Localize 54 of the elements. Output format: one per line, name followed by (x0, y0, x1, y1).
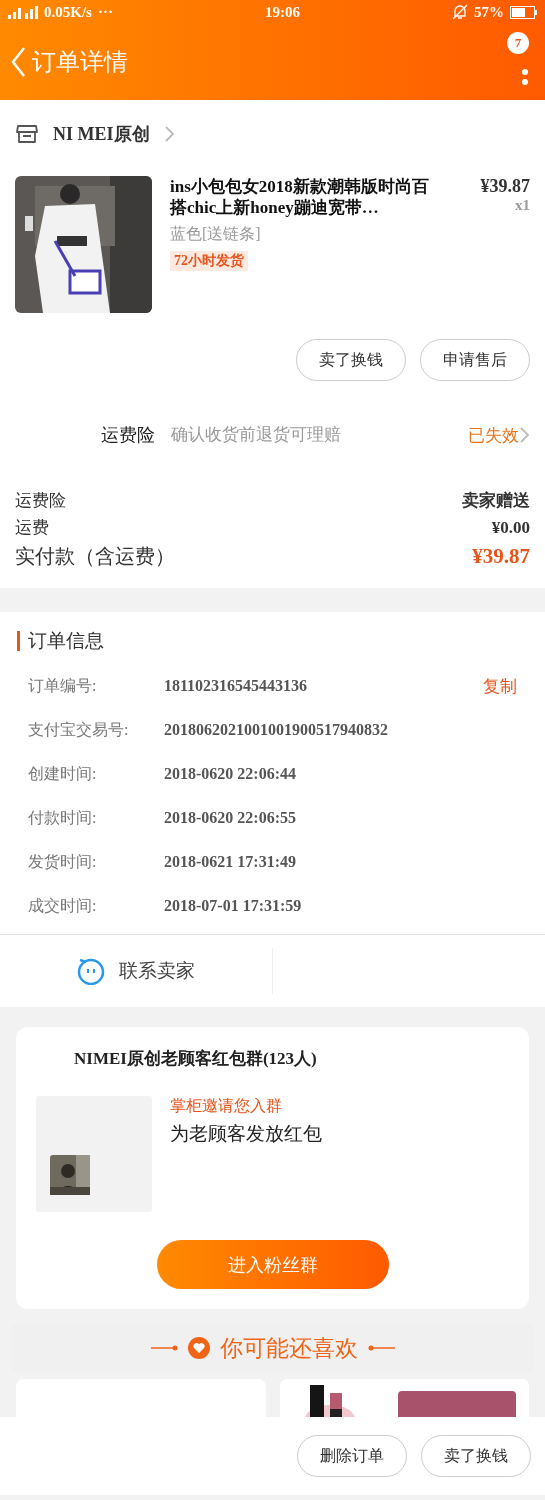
group-name: NIMEI原创老顾客红包群(123人) (74, 1048, 318, 1070)
insurance-label: 运费险 (100, 424, 155, 447)
back-icon[interactable] (10, 46, 26, 78)
section-title: 订单信息 (28, 629, 104, 653)
clock: 19:06 (265, 3, 300, 21)
summary-label: 运费 (15, 517, 49, 539)
copy-link[interactable]: 复制 (483, 674, 517, 698)
more-icon[interactable] (521, 68, 529, 86)
info-value: 2018-0620 22:06:55 (164, 809, 297, 827)
action-button[interactable]: 删除订单 (297, 1435, 407, 1477)
chevron-right-icon (163, 125, 175, 143)
signal-icon (8, 5, 38, 19)
summary-value: ¥39.87 (472, 544, 530, 569)
action-button[interactable]: 申请售后 (420, 339, 530, 381)
more-indicator: ··· (97, 3, 113, 21)
action-button[interactable]: 卖了换钱 (421, 1435, 531, 1477)
divider-ornament-icon (367, 1343, 395, 1353)
info-value: 2018-0621 17:31:49 (164, 853, 297, 871)
bell-off-icon (452, 4, 468, 20)
store-icon (15, 122, 39, 146)
product-title[interactable]: ins小包包女2018新款潮韩版时尚百搭chic上新honey蹦迪宽带… (170, 176, 442, 218)
battery-level: 57% (474, 3, 504, 21)
contact-seller-button[interactable]: 联系卖家 (0, 948, 273, 994)
product-price: ¥39.87 (480, 176, 530, 197)
chat-bubble-icon (77, 957, 105, 985)
info-value: 2018-0620 22:06:44 (164, 765, 297, 783)
info-label: 订单编号: (28, 675, 98, 696)
insurance-description: 确认收货前退货可理赔 (171, 427, 342, 443)
shipping-tag: 72小时发货 (170, 251, 248, 271)
info-label: 付款时间: (28, 807, 98, 828)
product-variant: 蓝色[送链条] (170, 224, 262, 244)
network-speed: 0.05K/s (44, 3, 92, 21)
group-message: 为老顾客发放红包 (170, 1122, 322, 1146)
info-label: 支付宝交易号: (28, 719, 130, 740)
info-value: 2018062021001001900517940832 (164, 721, 389, 739)
page-title: 订单详情 (32, 48, 129, 77)
summary-value: ¥0.00 (491, 517, 530, 538)
product-quantity: x1 (515, 197, 530, 214)
summary-label: 运费险 (15, 490, 66, 512)
info-label: 创建时间: (28, 763, 98, 784)
chevron-right-icon (519, 426, 530, 444)
shop-name[interactable]: NI MEI原创 (53, 122, 150, 146)
section-title: 你可能还喜欢 (219, 1333, 358, 1363)
summary-value: 卖家赠送 (462, 490, 530, 512)
summary-label: 实付款（含运费） (15, 544, 175, 569)
info-value: 181102316545443136 (164, 677, 309, 695)
info-label: 发货时间: (28, 851, 98, 872)
action-button[interactable]: 卖了换钱 (296, 339, 406, 381)
battery-icon (510, 5, 537, 19)
info-label: 成交时间: (28, 895, 98, 916)
message-count: 7 (507, 32, 529, 54)
divider-ornament-icon (150, 1343, 178, 1353)
info-value: 2018-07-01 17:31:59 (164, 897, 303, 915)
invite-text: 掌柜邀请您入群 (170, 1096, 283, 1116)
